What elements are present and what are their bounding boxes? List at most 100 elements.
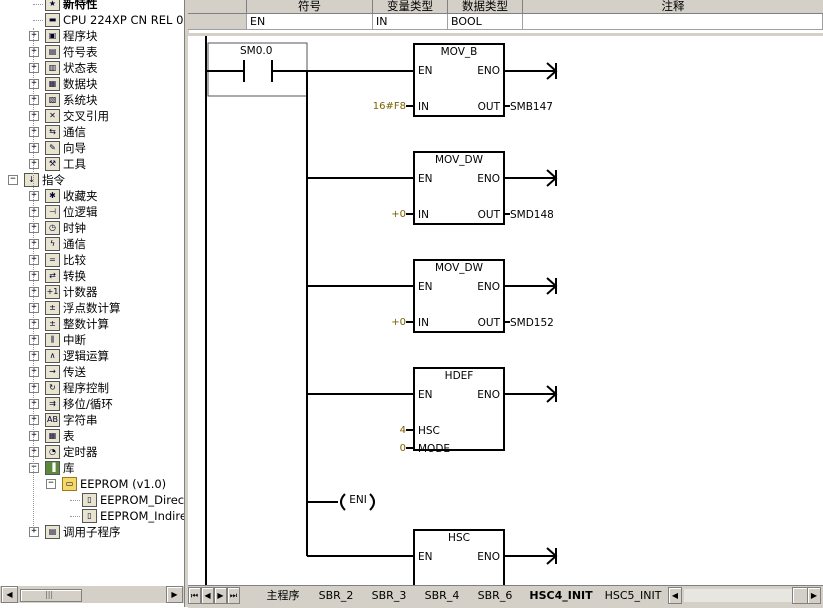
operand-out[interactable]: SMD148 <box>510 209 554 221</box>
tree-item[interactable]: + ± 浮点数计算 <box>0 300 184 316</box>
tree-item[interactable]: + ⊣ 位逻辑 <box>0 204 184 220</box>
tree-item[interactable]: + ▤ 符号表 <box>0 44 184 60</box>
tree-item[interactable]: + ✎ 向导 <box>0 140 184 156</box>
expand-plus-icon[interactable]: + <box>29 255 39 265</box>
tree-item[interactable]: + ▤ 调用子程序 <box>0 524 184 540</box>
expand-plus-icon[interactable]: + <box>29 63 39 73</box>
eni-coil-label[interactable]: ENI <box>347 494 369 506</box>
tree-item[interactable]: ▯ EEPROM_Direct <box>0 492 184 508</box>
expand-plus-icon[interactable]: + <box>29 351 39 361</box>
instruction-tree[interactable]: ★新特性▬CPU 224XP CN REL 02.01+▣程序块+▤符号表+▥状… <box>0 0 184 585</box>
expand-plus-icon[interactable]: + <box>29 447 39 457</box>
tab-sbr-6[interactable]: SBR_6 <box>470 588 520 603</box>
tab-hsc4-init[interactable]: HSC4_INIT <box>523 588 599 603</box>
instruction-box-mov-dw[interactable]: MOV_DW EN ENO IN OUT <box>413 259 505 333</box>
expand-plus-icon[interactable]: + <box>29 31 39 41</box>
expand-plus-icon[interactable]: + <box>29 367 39 377</box>
tree-item[interactable]: ★ 新特性 <box>0 0 184 12</box>
tree-item[interactable]: + ⇉ 移位/循环 <box>0 396 184 412</box>
tab-主程序[interactable]: 主程序 <box>258 588 308 603</box>
expand-plus-icon[interactable]: + <box>29 111 39 121</box>
expand-plus-icon[interactable]: + <box>29 399 39 409</box>
operand-hsc[interactable]: 4 <box>338 425 406 436</box>
expand-plus-icon[interactable]: + <box>29 383 39 393</box>
expand-plus-icon[interactable]: + <box>29 191 39 201</box>
tree-item[interactable]: + ↻ 程序控制 <box>0 380 184 396</box>
tab-prev-icon[interactable]: ◀ <box>201 587 214 604</box>
hscroll-right-arrow-icon[interactable]: ▶ <box>807 587 821 604</box>
operand-out[interactable]: SMB147 <box>510 101 553 113</box>
tree-item[interactable]: + ± 整数计算 <box>0 316 184 332</box>
tree-item[interactable]: + ✕ 交叉引用 <box>0 108 184 124</box>
operand-out[interactable]: SMD152 <box>510 317 554 329</box>
instruction-box-hsc[interactable]: HSC EN ENO <box>413 529 505 593</box>
tree-item[interactable]: − ▭ EEPROM (v1.0) <box>0 476 184 492</box>
expand-plus-icon[interactable]: + <box>29 335 39 345</box>
expand-plus-icon[interactable]: + <box>29 239 39 249</box>
expand-plus-icon[interactable]: + <box>29 207 39 217</box>
expand-plus-icon[interactable]: + <box>29 431 39 441</box>
hscroll-left-arrow-icon[interactable]: ◀ <box>668 587 682 604</box>
tree-item[interactable]: + ▧ 系统块 <box>0 92 184 108</box>
tree-item[interactable]: + AB 字符串 <box>0 412 184 428</box>
expand-plus-icon[interactable]: + <box>29 303 39 313</box>
ladder-editor[interactable]: SM0.0 ENI 16#F8 SMB147 MOV_B EN ENO IN OUT +0 SM… <box>188 33 823 593</box>
tree-item[interactable]: + ⇄ 转换 <box>0 268 184 284</box>
tree-item[interactable]: + → 传送 <box>0 364 184 380</box>
tree-item[interactable]: + ⇆ 通信 <box>0 124 184 140</box>
tab-next-icon[interactable]: ▶ <box>214 587 227 604</box>
tab-hsc5-init[interactable]: HSC5_INIT <box>602 588 664 603</box>
tree-item[interactable]: + +1 计数器 <box>0 284 184 300</box>
operand-in[interactable]: 16#F8 <box>338 101 406 112</box>
tree-item[interactable]: + = 比较 <box>0 252 184 268</box>
expand-plus-icon[interactable]: + <box>29 127 39 137</box>
expand-plus-icon[interactable]: + <box>29 95 39 105</box>
hscroll-thumb[interactable] <box>792 587 808 604</box>
var-cell-var-type[interactable]: IN <box>373 14 448 30</box>
collapse-minus-icon[interactable]: − <box>29 463 39 473</box>
tree-item[interactable]: ▬CPU 224XP CN REL 02.01 <box>0 12 184 28</box>
expand-plus-icon[interactable]: + <box>29 143 39 153</box>
var-cell-comment[interactable] <box>523 14 823 30</box>
scroll-right-arrow-icon[interactable]: ▶ <box>166 586 183 603</box>
instruction-box-hdef[interactable]: HDEF EN ENO HSC MODE <box>413 367 505 455</box>
operand-mode[interactable]: 0 <box>338 443 406 454</box>
tree-item[interactable]: + ⫼ 中断 <box>0 332 184 348</box>
collapse-minus-icon[interactable]: − <box>46 479 56 489</box>
tree-item[interactable]: + ◔ 定时器 <box>0 444 184 460</box>
operand-in[interactable]: +0 <box>338 209 406 220</box>
expand-plus-icon[interactable]: + <box>29 159 39 169</box>
expand-plus-icon[interactable]: + <box>29 527 39 537</box>
expand-plus-icon[interactable]: + <box>29 287 39 297</box>
tree-item[interactable]: + ▦ 数据块 <box>0 76 184 92</box>
tab-first-icon[interactable]: ⏮ <box>188 587 201 604</box>
collapse-minus-icon[interactable]: − <box>8 175 18 185</box>
tree-item[interactable]: + ▥ 状态表 <box>0 60 184 76</box>
tab-sbr-3[interactable]: SBR_3 <box>364 588 414 603</box>
tree-item[interactable]: − ▐ 库 <box>0 460 184 476</box>
tree-item[interactable]: + ∧ 逻辑运算 <box>0 348 184 364</box>
instruction-box-mov-dw[interactable]: MOV_DW EN ENO IN OUT <box>413 151 505 225</box>
expand-plus-icon[interactable]: + <box>29 271 39 281</box>
hscroll-track[interactable] <box>684 589 792 602</box>
expand-plus-icon[interactable]: + <box>29 47 39 57</box>
instruction-box-mov-b[interactable]: MOV_B EN ENO IN OUT <box>413 43 505 117</box>
var-cell-symbol[interactable]: EN <box>247 14 373 30</box>
tree-item[interactable]: + ▦ 表 <box>0 428 184 444</box>
tab-sbr-4[interactable]: SBR_4 <box>417 588 467 603</box>
tree-item[interactable]: + ◷ 时钟 <box>0 220 184 236</box>
expand-plus-icon[interactable]: + <box>29 223 39 233</box>
operand-in[interactable]: +0 <box>338 317 406 328</box>
var-cell-data-type[interactable]: BOOL <box>448 14 523 30</box>
tree-horizontal-scrollbar[interactable]: ◀ ||| ▶ <box>0 585 184 603</box>
tree-item[interactable]: + ▣ 程序块 <box>0 28 184 44</box>
expand-plus-icon[interactable]: + <box>29 79 39 89</box>
scroll-left-arrow-icon[interactable]: ◀ <box>1 586 18 603</box>
contact-sm0-0-label[interactable]: SM0.0 <box>240 45 272 57</box>
tab-sbr-2[interactable]: SBR_2 <box>311 588 361 603</box>
tab-last-icon[interactable]: ⏭ <box>227 587 240 604</box>
expand-plus-icon[interactable]: + <box>29 319 39 329</box>
expand-plus-icon[interactable]: + <box>29 415 39 425</box>
tree-item[interactable]: + ✱ 收藏夹 <box>0 188 184 204</box>
tree-item[interactable]: + ϟ 通信 <box>0 236 184 252</box>
